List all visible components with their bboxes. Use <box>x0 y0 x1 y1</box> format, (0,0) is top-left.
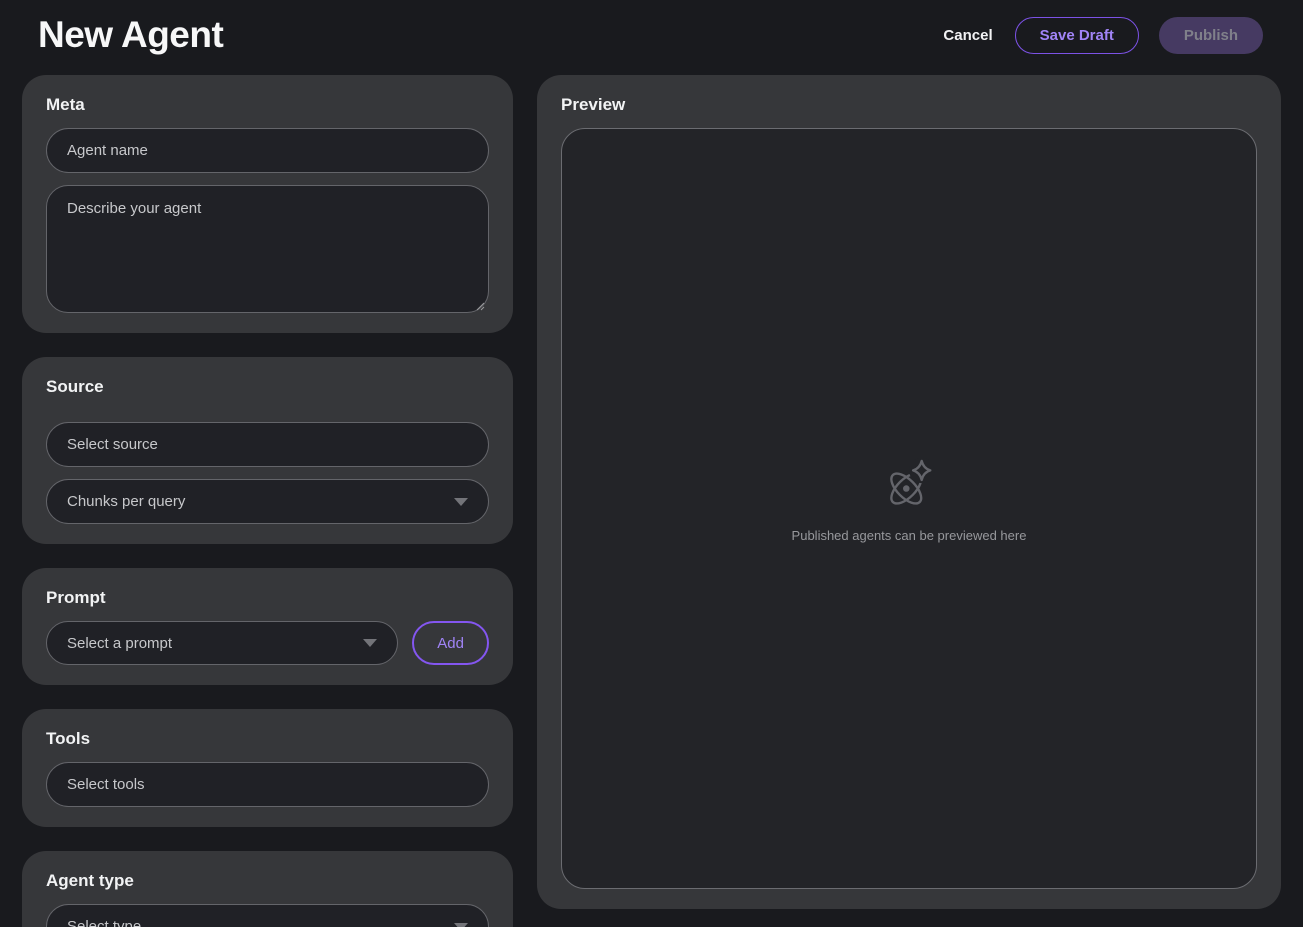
save-draft-button[interactable]: Save Draft <box>1015 17 1139 54</box>
source-input[interactable] <box>46 422 489 467</box>
preview-empty-state-text: Published agents can be previewed here <box>792 528 1027 543</box>
header: New Agent Cancel Save Draft Publish <box>0 0 1303 70</box>
chunks-per-query-value: Chunks per query <box>67 493 185 510</box>
cancel-button[interactable]: Cancel <box>941 19 994 52</box>
preview-card: Preview Published agents can be previewe… <box>537 75 1281 909</box>
chevron-down-icon <box>363 639 377 647</box>
header-actions: Cancel Save Draft Publish <box>941 17 1263 54</box>
main-content: Meta Source Chunks per query Pro <box>0 70 1303 927</box>
agent-form-column: Meta Source Chunks per query Pro <box>22 75 513 909</box>
add-prompt-button[interactable]: Add <box>412 621 489 665</box>
preview-empty-state: Published agents can be previewed here <box>792 455 1027 543</box>
tools-card: Tools <box>22 709 513 827</box>
chevron-down-icon <box>454 923 468 927</box>
meta-card: Meta <box>22 75 513 333</box>
chevron-down-icon <box>454 498 468 506</box>
prompt-select-value: Select a prompt <box>67 635 172 652</box>
tools-input[interactable] <box>46 762 489 807</box>
agent-type-select[interactable]: Select type <box>46 904 489 927</box>
agent-type-section-title: Agent type <box>46 871 489 891</box>
source-card: Source Chunks per query <box>22 357 513 544</box>
agent-description-wrap <box>46 185 489 313</box>
preview-panel: Published agents can be previewed here <box>561 128 1257 889</box>
chunks-per-query-select[interactable]: Chunks per query <box>46 479 489 524</box>
agent-type-value: Select type <box>67 918 141 927</box>
prompt-select[interactable]: Select a prompt <box>46 621 398 665</box>
meta-section-title: Meta <box>46 95 489 115</box>
preview-section-title: Preview <box>561 95 1257 115</box>
tools-section-title: Tools <box>46 729 489 749</box>
atom-sparkle-icon <box>880 455 938 518</box>
agent-type-card: Agent type Select type <box>22 851 513 927</box>
textarea-resize-handle-icon[interactable] <box>474 300 485 311</box>
prompt-card: Prompt Select a prompt Add <box>22 568 513 685</box>
agent-description-textarea[interactable] <box>46 185 489 313</box>
agent-name-input[interactable] <box>46 128 489 173</box>
prompt-row: Select a prompt Add <box>46 621 489 665</box>
source-section-title: Source <box>46 377 489 397</box>
prompt-section-title: Prompt <box>46 588 489 608</box>
page-title: New Agent <box>38 14 223 56</box>
publish-button[interactable]: Publish <box>1159 17 1263 54</box>
